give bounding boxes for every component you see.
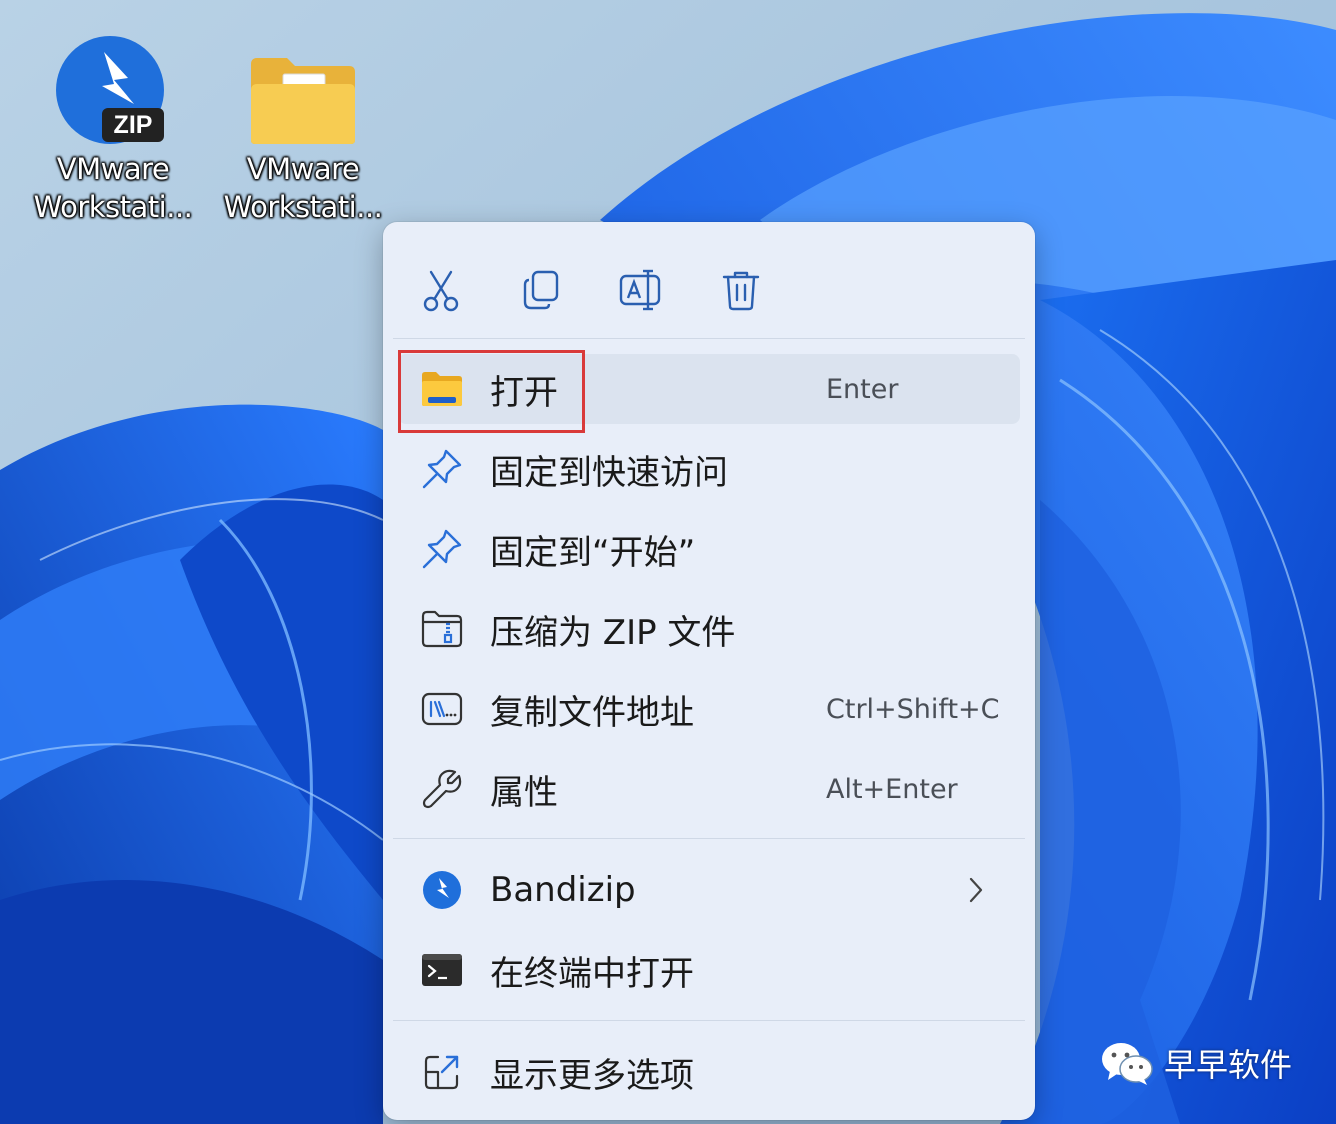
desktop-icon-label-line2: Workstati... xyxy=(223,190,383,224)
menu-item-label: 属性 xyxy=(490,772,558,813)
menu-item-label: 固定到“开始” xyxy=(490,532,696,573)
rename-button[interactable] xyxy=(609,258,673,322)
cut-button[interactable] xyxy=(409,258,473,322)
scissors-icon xyxy=(423,270,459,312)
menu-item-pin-start[interactable]: 固定到“开始” xyxy=(398,514,1020,584)
copy-path-icon xyxy=(421,692,463,726)
trash-icon xyxy=(722,271,760,311)
show-more-icon xyxy=(424,1055,459,1090)
delete-button[interactable] xyxy=(709,258,773,322)
menu-item-pin-quick-access[interactable]: 固定到快速访问 xyxy=(398,434,1020,504)
menu-item-label: 复制文件地址 xyxy=(490,692,694,733)
terminal-icon xyxy=(422,954,462,986)
pin-icon xyxy=(422,529,462,569)
pin-icon xyxy=(422,449,462,489)
menu-item-label: 显示更多选项 xyxy=(490,1055,694,1096)
bandizip-icon xyxy=(423,871,461,909)
wrench-icon xyxy=(422,769,462,809)
quick-actions-bar xyxy=(383,222,1035,338)
watermark-text: 早早软件 xyxy=(1164,1046,1293,1084)
menu-item-show-more-options[interactable]: 显示更多选项 xyxy=(398,1037,1020,1107)
desktop-icon-vmware-folder[interactable]: VMware Workstati... xyxy=(218,26,388,226)
copy-button[interactable] xyxy=(509,258,573,322)
desktop-icon-vmware-zip[interactable]: ZIP VMware Workstati... xyxy=(28,26,198,226)
wechat-icon xyxy=(1102,1043,1153,1085)
menu-item-properties[interactable]: 属性 Alt+Enter xyxy=(398,754,1020,824)
menu-item-bandizip[interactable]: Bandizip xyxy=(398,855,1020,925)
menu-item-compress-zip[interactable]: 压缩为 ZIP 文件 xyxy=(398,594,1020,664)
folder-icon xyxy=(251,58,355,144)
desktop-icon-label-line1: VMware xyxy=(246,152,360,186)
menu-item-label: 固定到快速访问 xyxy=(490,452,728,493)
menu-item-open-in-terminal[interactable]: 在终端中打开 xyxy=(398,935,1020,1005)
rename-icon xyxy=(619,269,661,311)
menu-item-shortcut: Ctrl+Shift+C xyxy=(826,693,1000,725)
menu-separator xyxy=(393,1020,1025,1021)
menu-item-copy-path[interactable]: 复制文件地址 Ctrl+Shift+C xyxy=(398,674,1020,744)
menu-item-label: Bandizip xyxy=(490,870,636,910)
zip-badge-text: ZIP xyxy=(114,111,153,139)
zip-compress-icon xyxy=(421,610,463,648)
menu-item-label: 压缩为 ZIP 文件 xyxy=(490,612,736,653)
watermark: 早早软件 xyxy=(1100,1040,1292,1086)
menu-separator xyxy=(393,338,1025,339)
menu-separator xyxy=(393,838,1025,839)
copy-icon xyxy=(523,270,559,310)
menu-item-label: 在终端中打开 xyxy=(490,953,694,994)
highlight-annotation-box xyxy=(398,350,585,433)
menu-item-shortcut: Alt+Enter xyxy=(826,773,958,805)
chevron-right-icon xyxy=(969,877,983,903)
bandizip-zip-archive-icon: ZIP xyxy=(56,36,164,144)
menu-item-shortcut: Enter xyxy=(826,373,899,405)
desktop-icon-label-line2: Workstati... xyxy=(33,190,193,224)
desktop-icon-label-line1: VMware xyxy=(56,152,170,186)
